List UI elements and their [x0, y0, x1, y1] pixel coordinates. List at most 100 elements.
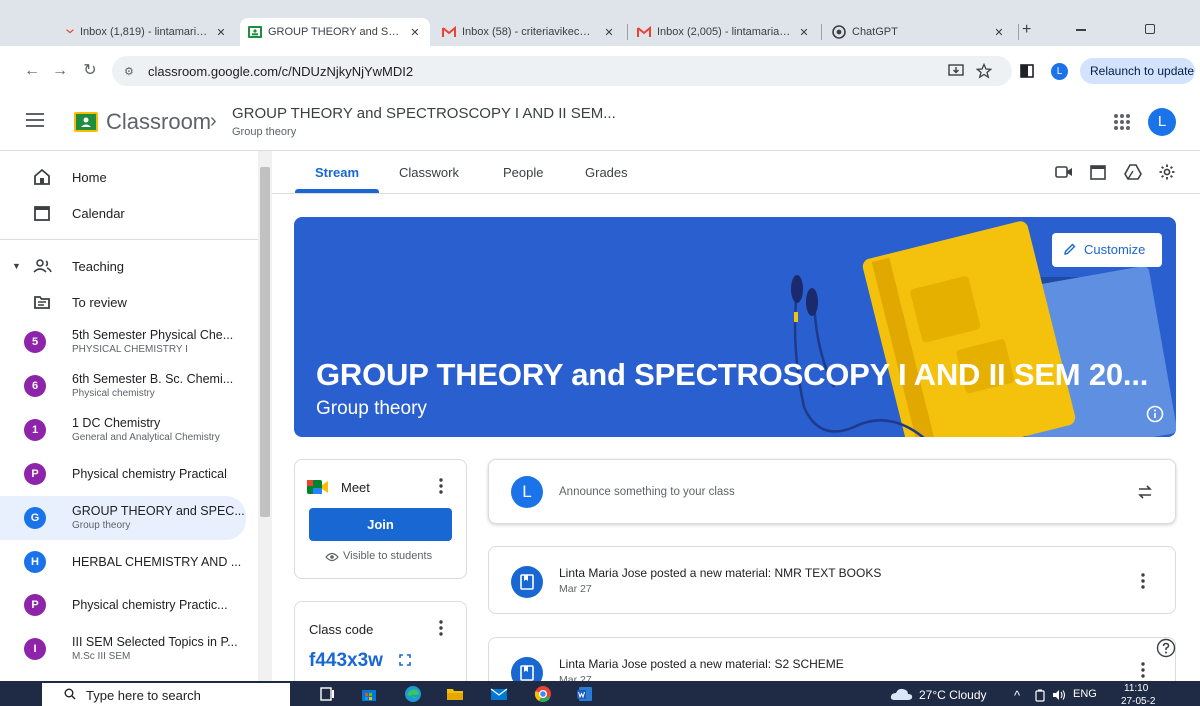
file-explorer-icon[interactable] — [446, 685, 464, 703]
clock-time[interactable]: 11:10 — [1124, 683, 1148, 694]
gmail-icon — [637, 25, 651, 37]
stream-post[interactable]: Linta Maria Jose posted a new material: … — [488, 546, 1176, 614]
more-options-icon[interactable] — [1141, 662, 1145, 678]
tab-grades[interactable]: Grades — [585, 165, 628, 180]
address-bar[interactable]: ⚙ classroom.google.com/c/NDUzNjkyNjYwMDI… — [112, 56, 1012, 86]
collapse-caret-icon[interactable]: ▼ — [12, 261, 21, 271]
word-icon[interactable] — [576, 685, 594, 703]
class-code-label: Class code — [309, 622, 374, 637]
drive-icon[interactable] — [1124, 163, 1142, 181]
sidebar-course-item[interactable]: 6 6th Semester B. Sc. Chemi... Physical … — [0, 366, 258, 406]
browser-tab-gmail-3[interactable]: Inbox (2,005) - lintamariajose ✕ — [629, 18, 819, 46]
help-icon[interactable] — [1156, 638, 1176, 658]
customize-button[interactable]: Customize — [1052, 233, 1162, 267]
taskbar-search[interactable]: Type here to search — [42, 683, 290, 706]
join-meet-button[interactable]: Join — [309, 508, 452, 541]
language-indicator[interactable]: ENG — [1073, 688, 1097, 700]
sidebar-item-to-review[interactable]: To review — [0, 282, 258, 322]
banner-title: GROUP THEORY and SPECTROSCOPY I AND II S… — [316, 357, 1149, 392]
course-initial-avatar: 5 — [24, 331, 46, 353]
user-avatar[interactable]: L — [1148, 108, 1176, 136]
volume-icon[interactable] — [1052, 689, 1066, 701]
sidebar-item-home[interactable]: Home — [0, 157, 258, 197]
reload-icon[interactable]: ↻ — [78, 59, 102, 83]
edge-icon[interactable] — [404, 685, 422, 703]
profile-avatar[interactable]: L — [1051, 63, 1068, 80]
video-meet-icon[interactable] — [1055, 163, 1073, 181]
url-text[interactable]: classroom.google.com/c/NDUzNjkyNjYwMDI2 — [148, 64, 413, 79]
browser-tab-classroom[interactable]: GROUP THEORY and SPECTR ✕ — [240, 18, 430, 46]
show-hidden-icons-caret[interactable]: ^ — [1014, 688, 1020, 703]
announce-placeholder[interactable]: Announce something to your class — [559, 486, 735, 498]
sidebar-course-item[interactable]: P Physical chemistry Practic... — [0, 585, 258, 625]
close-icon[interactable]: ✕ — [602, 26, 616, 39]
apps-grid-icon[interactable] — [1112, 112, 1132, 132]
search-icon — [64, 688, 76, 700]
google-meet-icon — [307, 480, 328, 494]
active-tab-indicator — [295, 189, 379, 193]
course-item-subtitle: M.Sc III SEM — [72, 651, 131, 662]
sidebar: Home Calendar ▼ Teaching To review 5 5th… — [0, 151, 272, 681]
close-icon[interactable]: ✕ — [408, 26, 422, 39]
chrome-icon[interactable] — [534, 685, 552, 703]
course-item-subtitle: Group theory — [72, 520, 131, 531]
tab-people[interactable]: People — [503, 165, 543, 180]
sidebar-course-item-active[interactable]: G GROUP THEORY and SPEC... Group theory — [0, 496, 246, 540]
gmail-icon — [442, 25, 456, 37]
app-name[interactable]: Classroom — [106, 109, 211, 135]
weather-text[interactable]: 27°C Cloudy — [919, 688, 987, 702]
relaunch-button[interactable]: Relaunch to update — [1080, 58, 1195, 84]
more-options-icon[interactable] — [439, 620, 443, 636]
close-icon[interactable]: ✕ — [797, 26, 811, 39]
course-item-subtitle: PHYSICAL CHEMISTRY I — [72, 344, 188, 355]
calendar-icon[interactable] — [1089, 163, 1107, 181]
bookmark-star-icon[interactable] — [976, 63, 992, 79]
class-code-value[interactable]: f443x3w — [309, 650, 383, 672]
tab-separator — [627, 24, 628, 40]
more-options-icon[interactable] — [1141, 573, 1145, 589]
side-panel-icon[interactable] — [1020, 64, 1034, 78]
course-item-title: III SEM Selected Topics in P... — [72, 635, 238, 649]
sidebar-item-teaching[interactable]: ▼ Teaching — [0, 246, 258, 286]
home-icon — [34, 168, 50, 185]
announce-box[interactable]: L Announce something to your class — [488, 459, 1176, 524]
classroom-logo-icon[interactable] — [74, 112, 98, 132]
sidebar-item-calendar[interactable]: Calendar — [0, 193, 258, 233]
tab-classwork[interactable]: Classwork — [399, 165, 459, 180]
sidebar-course-item[interactable]: P Physical chemistry Practical — [0, 454, 258, 494]
tab-stream[interactable]: Stream — [315, 165, 359, 180]
sidebar-course-item[interactable]: 5 5th Semester Physical Che... PHYSICAL … — [0, 322, 258, 362]
browser-tab-gmail-1[interactable]: Inbox (1,819) - lintamariajose ✕ — [58, 18, 236, 46]
more-options-icon[interactable] — [439, 478, 443, 494]
tab-separator — [1018, 24, 1019, 40]
clock-date[interactable]: 27-05-2 — [1121, 696, 1155, 706]
settings-gear-icon[interactable] — [1158, 163, 1176, 181]
weather-cloud-icon — [890, 688, 913, 700]
task-view-icon[interactable] — [318, 685, 336, 703]
repost-arrows-icon[interactable] — [1137, 483, 1153, 501]
back-arrow-icon[interactable]: ← — [20, 59, 44, 83]
forward-arrow-icon[interactable]: → — [48, 59, 72, 83]
restore-icon[interactable] — [1145, 24, 1155, 34]
store-icon[interactable] — [360, 685, 378, 703]
info-icon[interactable] — [1146, 405, 1164, 423]
browser-tab-chatgpt[interactable]: ChatGPT ✕ — [824, 18, 1014, 46]
sidebar-course-item[interactable]: H HERBAL CHEMISTRY AND ... — [0, 542, 258, 582]
mail-icon[interactable] — [490, 685, 508, 703]
course-subtitle: Group theory — [232, 126, 297, 138]
new-tab-button[interactable]: + — [1022, 21, 1031, 39]
close-icon[interactable]: ✕ — [992, 26, 1006, 39]
minimize-icon[interactable] — [1076, 29, 1086, 31]
site-info-icon[interactable]: ⚙ — [124, 65, 134, 78]
close-icon[interactable]: ✕ — [214, 26, 228, 39]
main-menu-icon[interactable] — [26, 113, 44, 127]
banner-subtitle: Group theory — [316, 398, 427, 419]
sidebar-course-item[interactable]: I III SEM Selected Topics in P... M.Sc I… — [0, 629, 258, 669]
browser-tab-gmail-2[interactable]: Inbox (58) - criteriavikec@gm ✕ — [434, 18, 624, 46]
fullscreen-icon[interactable] — [399, 654, 411, 666]
sidebar-scrollbar-thumb[interactable] — [260, 167, 270, 517]
course-item-title: Physical chemistry Practic... — [72, 598, 228, 612]
battery-icon[interactable] — [1034, 689, 1046, 702]
sidebar-course-item[interactable]: 1 1 DC Chemistry General and Analytical … — [0, 410, 258, 450]
install-app-icon[interactable] — [948, 64, 964, 78]
